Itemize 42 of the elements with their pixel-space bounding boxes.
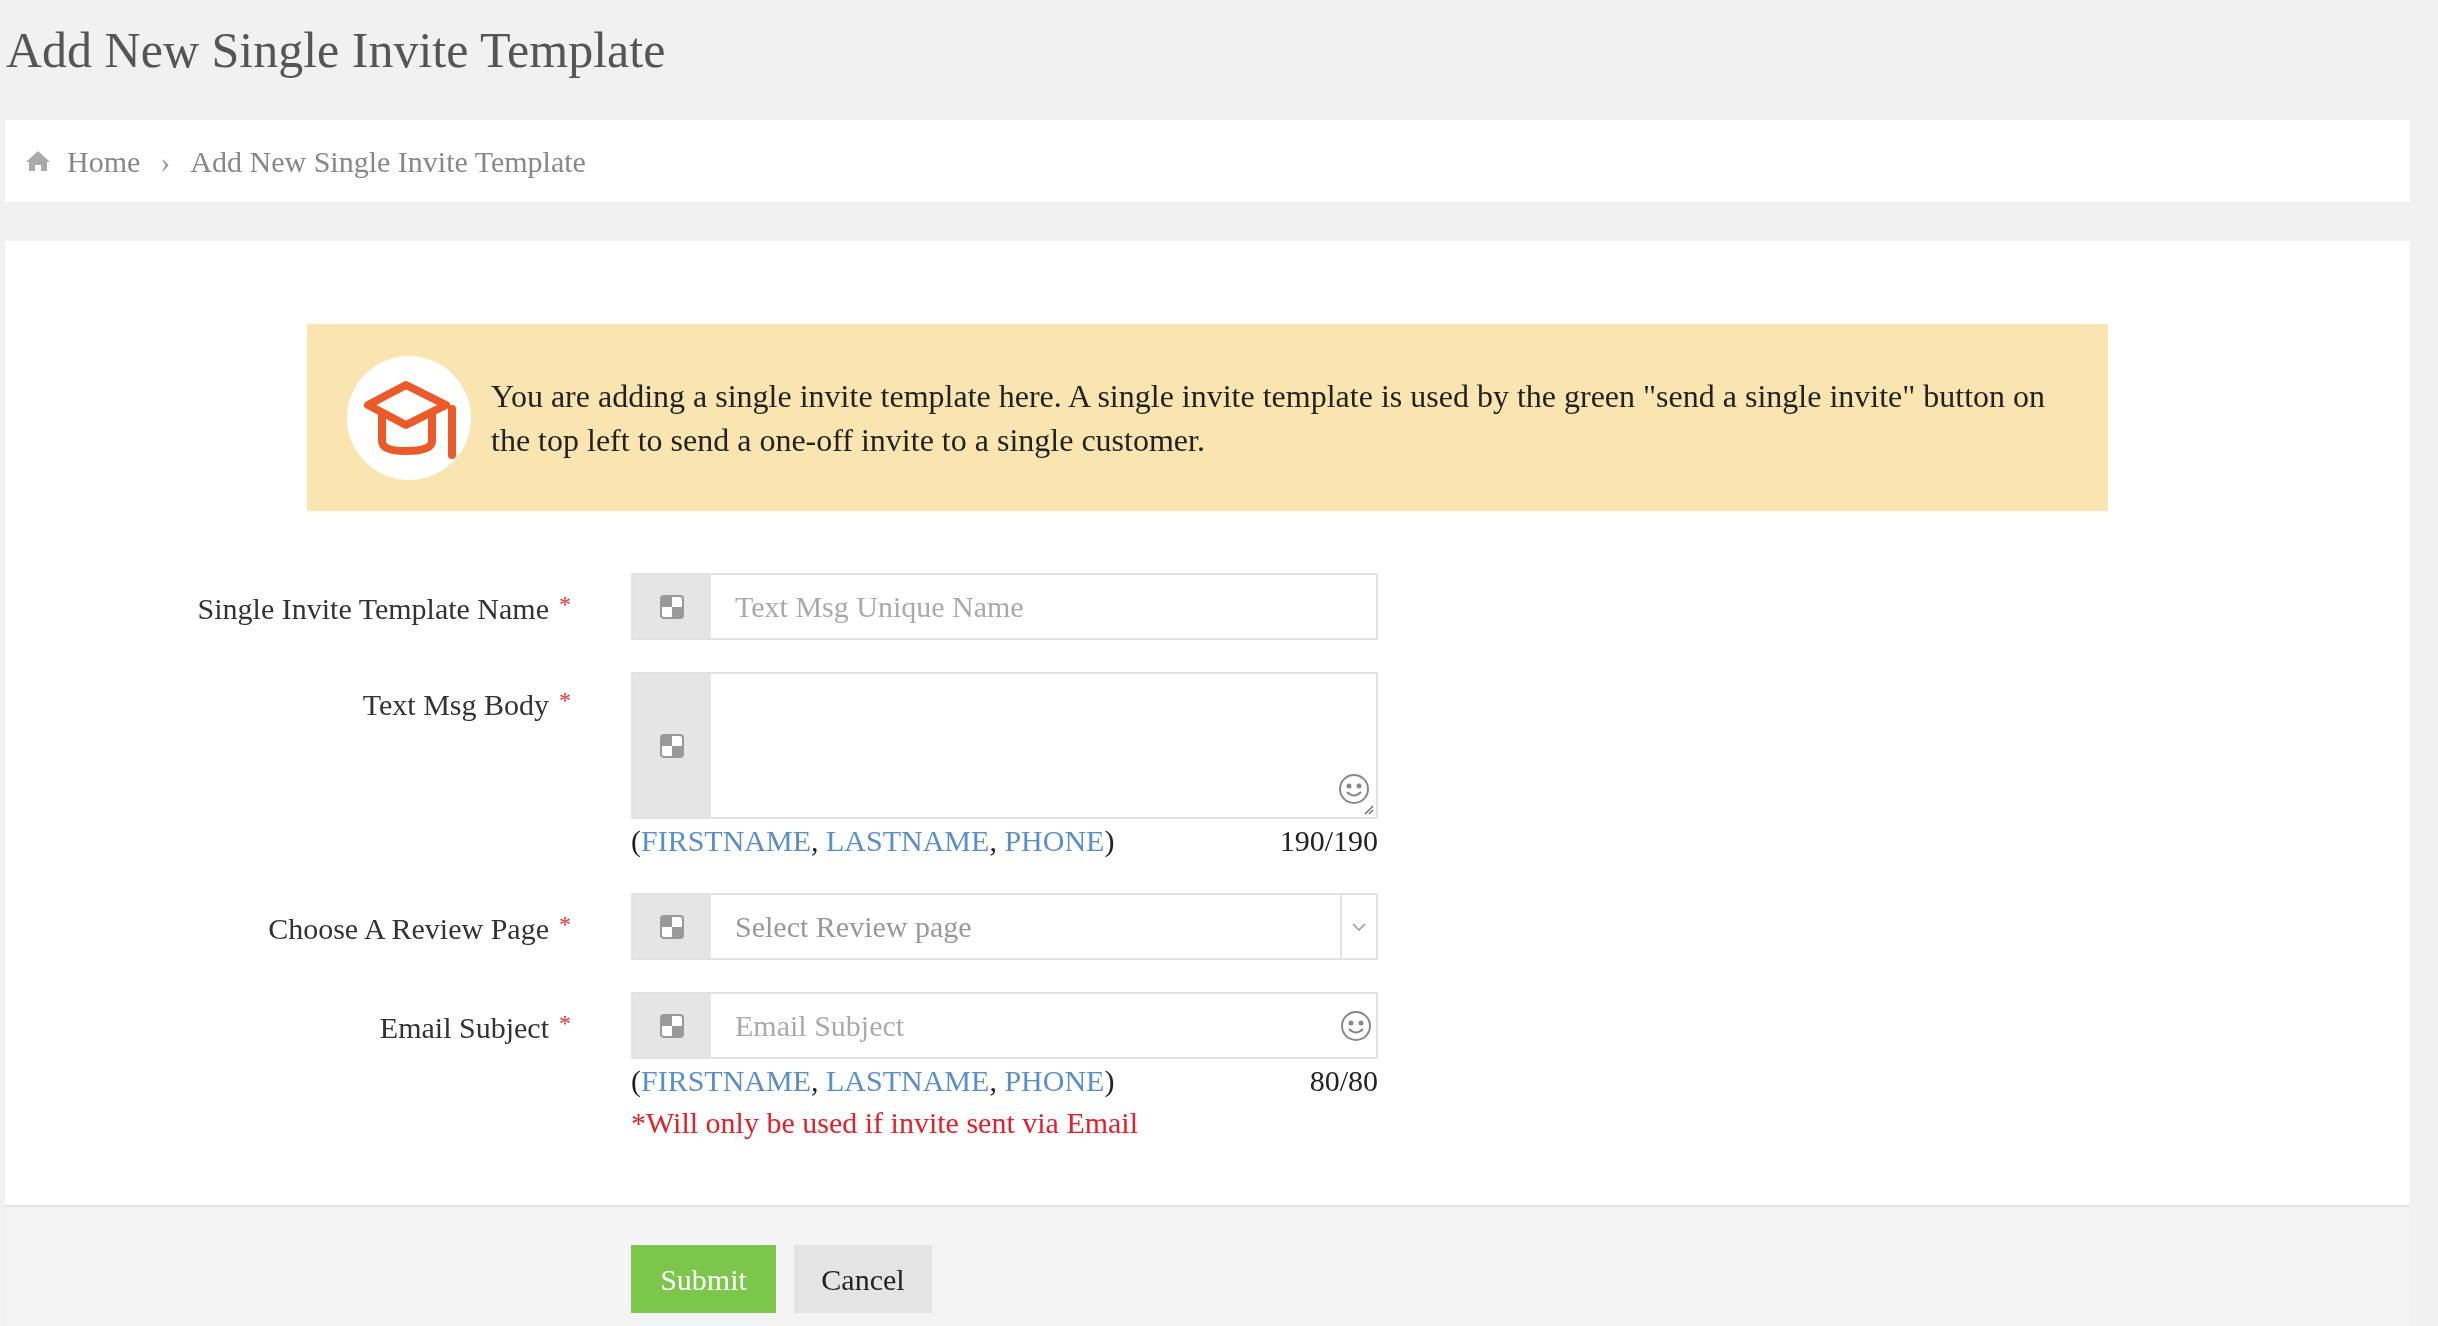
field-label: Text Msg Body [362, 687, 549, 723]
breadcrumb-current: Add New Single Invite Template [190, 143, 586, 180]
variable-link[interactable]: PHONE [1004, 824, 1105, 857]
checker-icon [660, 733, 684, 758]
emoji-icon[interactable] [1338, 773, 1370, 805]
page-title: Add New Single Invite Template [5, 21, 667, 80]
checker-icon [660, 914, 684, 939]
variable-link[interactable]: FIRSTNAME [641, 824, 812, 857]
checker-icon [660, 594, 684, 619]
required-mark: * [559, 1009, 571, 1038]
select-placeholder: Select Review page [734, 909, 973, 945]
submit-button[interactable]: Submit [631, 1245, 776, 1313]
emoji-icon[interactable] [1340, 1009, 1372, 1042]
textarea-field[interactable] [631, 672, 1378, 819]
character-counter: 190/190 [1279, 823, 1378, 859]
field-label: Single Invite Template Name [197, 591, 549, 627]
variable-link[interactable]: LASTNAME [826, 1064, 990, 1097]
variable-hint: (FIRSTNAME, LASTNAME, PHONE) [631, 1063, 1115, 1099]
field-label: Choose A Review Page [268, 911, 549, 947]
character-counter: 80/80 [1309, 1063, 1378, 1099]
caret-icon [1352, 922, 1366, 931]
variable-hint: (FIRSTNAME, LASTNAME, PHONE) [631, 823, 1115, 859]
input-group[interactable]: Text Msg Unique Name [631, 573, 1378, 640]
resize-grip-icon[interactable] [1362, 803, 1374, 815]
required-mark: * [559, 686, 571, 715]
input-group[interactable]: Email Subject [631, 992, 1378, 1059]
checker-icon [660, 1013, 684, 1038]
text-input[interactable]: Email Subject [711, 1003, 1340, 1048]
variable-link[interactable]: LASTNAME [826, 824, 990, 857]
required-mark: * [559, 590, 571, 619]
cancel-button[interactable]: Cancel [794, 1245, 932, 1313]
variable-link[interactable]: FIRSTNAME [641, 1064, 812, 1097]
field-label: Email Subject [379, 1010, 549, 1046]
home-icon [25, 150, 51, 172]
field-note: *Will only be used if invite sent via Email [631, 1105, 1140, 1141]
breadcrumb-link[interactable]: Home [67, 138, 141, 184]
text-input[interactable]: Text Msg Unique Name [711, 584, 1376, 629]
alert-message: You are adding a single invite template here. A single invite template is used by the green "send a single invite" button on the top left to send a one-off invite to a single customer. [491, 376, 2047, 460]
required-mark: * [559, 910, 571, 939]
select-field[interactable]: Select Review page [631, 893, 1378, 960]
breadcrumb-separator: › [160, 143, 171, 180]
variable-link[interactable]: PHONE [1004, 1064, 1105, 1097]
